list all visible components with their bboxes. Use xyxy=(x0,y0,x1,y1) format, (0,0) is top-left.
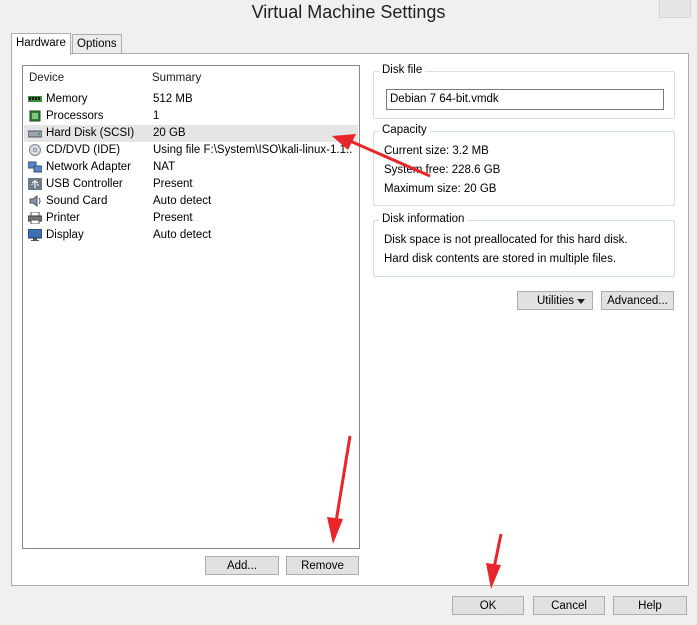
device-summary: 1 xyxy=(153,110,160,122)
device-summary: Auto detect xyxy=(153,229,212,241)
device-name: CD/DVD (IDE) xyxy=(46,144,121,156)
device-row-usb-controller[interactable]: USB Controller Present xyxy=(24,176,358,193)
tab-hardware[interactable]: Hardware xyxy=(11,33,71,55)
device-row-cd-dvd[interactable]: CD/DVD (IDE) Using file F:\System\ISO\ka… xyxy=(24,142,358,159)
device-summary: Using file F:\System\ISO\kali-linux-1.1.… xyxy=(153,144,353,156)
remove-button[interactable]: Remove xyxy=(286,556,359,575)
memory-icon xyxy=(28,96,42,102)
advanced-button[interactable]: Advanced... xyxy=(601,291,674,310)
device-name: Network Adapter xyxy=(46,161,132,173)
system-free-text: System free: 228.6 GB xyxy=(384,164,501,176)
device-name: Display xyxy=(46,229,84,241)
capacity-group: Capacity Current size: 3.2 MB System fre… xyxy=(373,124,675,206)
disk-file-title: Disk file xyxy=(379,64,426,76)
disk-information-title: Disk information xyxy=(379,213,468,225)
device-name: USB Controller xyxy=(46,178,123,190)
disk-file-input[interactable]: Debian 7 64-bit.vmdk xyxy=(386,89,664,110)
maximum-size-text: Maximum size: 20 GB xyxy=(384,183,497,195)
device-row-sound-card[interactable]: Sound Card Auto detect xyxy=(24,193,358,210)
network-adapter-icon xyxy=(28,161,42,173)
device-row-display[interactable]: Display Auto detect xyxy=(24,227,358,244)
device-row-processors[interactable]: Processors 1 xyxy=(24,108,358,125)
display-icon xyxy=(28,229,42,241)
close-button[interactable] xyxy=(659,0,691,18)
device-summary: Present xyxy=(153,212,193,224)
window-title: Virtual Machine Settings xyxy=(0,0,697,24)
processor-icon xyxy=(29,110,41,122)
device-summary: Auto detect xyxy=(153,195,212,207)
printer-icon xyxy=(28,212,42,224)
utilities-button[interactable]: Utilities xyxy=(517,291,593,310)
device-row-hard-disk[interactable]: Hard Disk (SCSI) 20 GB xyxy=(24,125,358,142)
device-row-network-adapter[interactable]: Network Adapter NAT xyxy=(24,159,358,176)
help-button[interactable]: Help xyxy=(613,596,687,615)
device-name: Processors xyxy=(46,110,104,122)
disk-information-group: Disk information Disk space is not preal… xyxy=(373,213,675,277)
cancel-button[interactable]: Cancel xyxy=(533,596,605,615)
device-name: Sound Card xyxy=(46,195,108,207)
device-name: Memory xyxy=(46,93,88,105)
device-summary: 512 MB xyxy=(153,93,193,105)
sound-card-icon xyxy=(29,195,41,207)
disk-info-line-1: Disk space is not preallocated for this … xyxy=(384,234,628,246)
device-list-header: Device Summary xyxy=(23,66,359,90)
column-device[interactable]: Device xyxy=(29,72,64,84)
device-list[interactable]: Device Summary Memory 512 MB Processors … xyxy=(22,65,360,549)
device-summary: NAT xyxy=(153,161,176,173)
capacity-title: Capacity xyxy=(379,124,430,136)
utilities-label: Utilities xyxy=(537,295,575,307)
chevron-down-icon xyxy=(577,299,585,304)
device-name: Hard Disk (SCSI) xyxy=(46,127,135,139)
column-summary[interactable]: Summary xyxy=(152,72,201,84)
tab-options[interactable]: Options xyxy=(72,34,122,54)
disk-info-line-2: Hard disk contents are stored in multipl… xyxy=(384,253,617,265)
current-size-text: Current size: 3.2 MB xyxy=(384,145,489,157)
device-summary: 20 GB xyxy=(153,127,186,139)
disk-file-group: Disk file Debian 7 64-bit.vmdk xyxy=(373,64,675,119)
device-summary: Present xyxy=(153,178,193,190)
cd-dvd-icon xyxy=(29,144,41,156)
device-row-memory[interactable]: Memory 512 MB xyxy=(24,91,358,108)
hard-disk-icon xyxy=(28,130,42,138)
device-name: Printer xyxy=(46,212,80,224)
usb-icon xyxy=(28,178,42,190)
add-button[interactable]: Add... xyxy=(205,556,279,575)
device-row-printer[interactable]: Printer Present xyxy=(24,210,358,227)
ok-button[interactable]: OK xyxy=(452,596,524,615)
